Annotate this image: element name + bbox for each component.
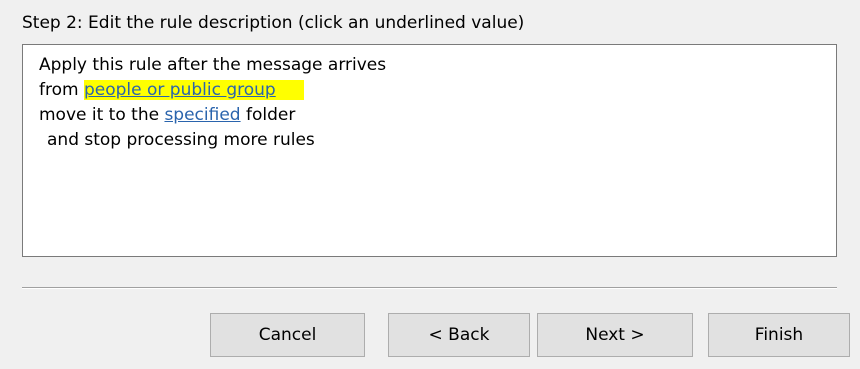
rule-line-from-prefix: from xyxy=(39,80,84,100)
rule-line-move-suffix: folder xyxy=(240,105,296,125)
rule-line-from: from people or public group xyxy=(39,78,836,103)
back-button[interactable]: < Back xyxy=(388,313,530,357)
cancel-button[interactable]: Cancel xyxy=(210,313,365,357)
rule-line-move-prefix: move it to the xyxy=(39,105,165,125)
rule-line-move: move it to the specified folder xyxy=(39,103,836,128)
specified-folder-link[interactable]: specified xyxy=(164,105,240,125)
next-button[interactable]: Next > xyxy=(537,313,693,357)
people-or-public-group-link[interactable]: people or public group xyxy=(83,80,304,100)
step-2-label: Step 2: Edit the rule description (click… xyxy=(22,13,525,33)
rule-line-arrival: Apply this rule after the message arrive… xyxy=(39,55,387,75)
rule-description-box: Apply this rule after the message arrive… xyxy=(22,44,837,257)
rule-line-stop-processing: and stop processing more rules xyxy=(47,130,315,150)
finish-button[interactable]: Finish xyxy=(708,313,850,357)
button-separator xyxy=(22,287,837,289)
